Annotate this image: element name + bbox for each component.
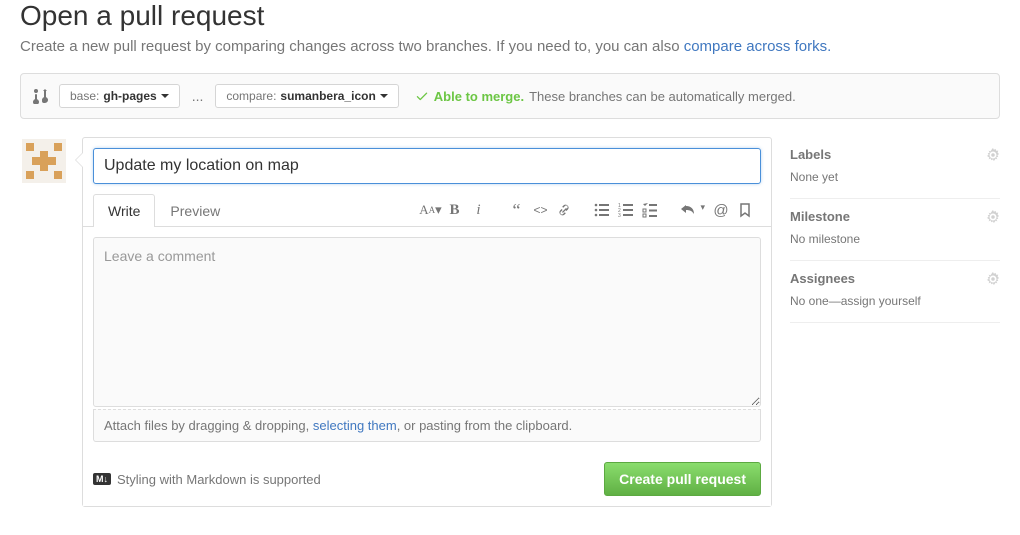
gear-icon[interactable] — [986, 148, 1000, 162]
unordered-list-icon[interactable] — [594, 202, 610, 218]
italic-icon[interactable]: i — [470, 202, 486, 218]
task-list-icon[interactable] — [642, 202, 658, 218]
quote-icon[interactable]: “ — [508, 202, 524, 218]
bold-icon[interactable]: B — [446, 202, 462, 218]
sidebar: Labels None yet Milestone No milestone A… — [790, 137, 1000, 323]
range-dots: ... — [190, 88, 206, 104]
mention-icon[interactable]: @ — [713, 202, 729, 218]
markdown-icon: M↓ — [93, 473, 111, 485]
pr-title-input[interactable] — [93, 148, 761, 184]
tab-preview[interactable]: Preview — [155, 194, 235, 227]
compare-forks-link[interactable]: compare across forks. — [684, 38, 832, 55]
text-size-icon[interactable]: AA▾ — [422, 202, 438, 218]
caret-down-icon — [161, 92, 169, 100]
editor-toolbar: AA▾ B i “ <> 123 — [414, 202, 761, 218]
merge-status: Able to merge. These branches can be aut… — [415, 89, 796, 104]
assignees-heading: Assignees — [790, 271, 855, 286]
check-icon — [415, 89, 429, 103]
page-subtitle: Create a new pull request by comparing c… — [20, 38, 1000, 55]
tab-write[interactable]: Write — [93, 194, 155, 227]
reply-caret-icon[interactable]: ▾ — [700, 202, 705, 218]
compare-branch-select[interactable]: compare: sumanbera_icon — [215, 84, 398, 108]
ordered-list-icon[interactable]: 123 — [618, 202, 634, 218]
markdown-hint[interactable]: M↓ Styling with Markdown is supported — [93, 472, 321, 487]
comment-textarea[interactable] — [93, 237, 761, 407]
labels-value: None yet — [790, 170, 1000, 184]
compare-range-box: base: gh-pages ... compare: sumanbera_ic… — [20, 73, 1000, 119]
assign-yourself-link[interactable]: assign yourself — [841, 294, 921, 308]
caret-down-icon — [380, 92, 388, 100]
assignees-value: No one— — [790, 294, 841, 308]
create-pull-request-button[interactable]: Create pull request — [604, 462, 761, 496]
git-compare-icon — [33, 88, 49, 104]
base-branch-select[interactable]: base: gh-pages — [59, 84, 180, 108]
labels-heading: Labels — [790, 147, 831, 162]
svg-text:3: 3 — [618, 213, 621, 218]
bookmark-icon[interactable] — [737, 202, 753, 218]
milestone-value: No milestone — [790, 232, 1000, 246]
attach-hint: Attach files by dragging & dropping, sel… — [93, 409, 761, 442]
gear-icon[interactable] — [986, 272, 1000, 286]
reply-icon[interactable] — [680, 202, 696, 218]
milestone-heading: Milestone — [790, 209, 850, 224]
gear-icon[interactable] — [986, 210, 1000, 224]
page-title: Open a pull request — [20, 0, 1000, 32]
select-files-link[interactable]: selecting them — [313, 418, 397, 433]
avatar — [20, 137, 68, 185]
comment-form: Write Preview AA▾ B i “ <> — [82, 137, 772, 507]
link-icon[interactable] — [556, 202, 572, 218]
code-icon[interactable]: <> — [532, 202, 548, 218]
